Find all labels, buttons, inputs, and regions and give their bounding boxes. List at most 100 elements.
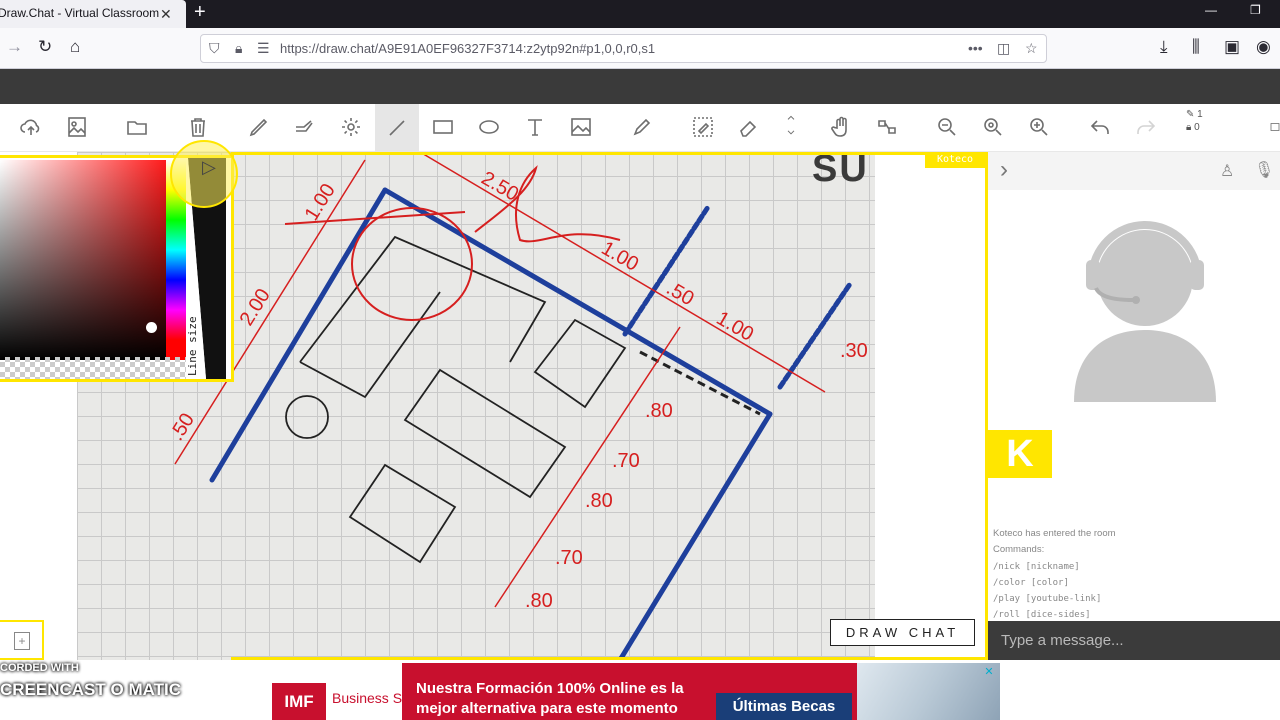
ad-text: Nuestra Formación 100% Online es la mejo… [416, 679, 684, 719]
chat-message: Commands: [993, 544, 1045, 556]
move-icon[interactable] [872, 112, 902, 142]
redo-icon[interactable] [1131, 112, 1161, 142]
dim-label-13: .80 [525, 590, 553, 612]
picture-icon[interactable] [566, 112, 596, 142]
new-tab-icon[interactable]: + [194, 1, 206, 23]
ad-body[interactable]: Nuestra Formación 100% Online es la mejo… [402, 663, 872, 720]
browser-tab[interactable]: Draw.Chat - Virtual Classroom ✕ [0, 0, 186, 28]
dim-label-1: 1.00 [301, 180, 340, 225]
add-page-button[interactable]: + [0, 620, 44, 660]
watermark-line1: CORDED WITH [0, 662, 79, 674]
zoom-fit-icon[interactable] [978, 112, 1008, 142]
drawchat-logo: DRAW CHAT [830, 619, 975, 646]
settings-icon[interactable] [336, 112, 366, 142]
bookmark-star-icon[interactable]: ☆ [1025, 40, 1038, 57]
pencil-count-icon: ✎ [1186, 109, 1198, 120]
chat-message: Koteco has entered the room [993, 528, 1116, 539]
marker-icon[interactable] [627, 112, 657, 142]
cursor-arrow-icon: ▷ [202, 157, 216, 177]
tab-close-icon[interactable]: ✕ [160, 1, 172, 27]
wall-right [617, 411, 773, 660]
trash-icon[interactable] [183, 112, 213, 142]
account-icon[interactable]: ◉ [1256, 37, 1271, 57]
dim-label-9: .80 [645, 400, 673, 422]
video-avatar [988, 190, 1280, 430]
reload-icon[interactable]: ↻ [38, 37, 52, 57]
browser-navbar: → ↻ ⌂ ⛉ 🔒︎ ☰ https://draw.chat/A9E91A0EF… [0, 28, 1280, 69]
cursor-highlight: ▷ [170, 140, 238, 208]
page-header-strip [0, 69, 1280, 104]
ad-cta-button[interactable]: Últimas Becas [716, 693, 852, 720]
ad-close-icon[interactable]: ✕ [982, 665, 996, 679]
rectangle-icon[interactable] [428, 112, 458, 142]
url-text[interactable]: https://draw.chat/A9E91A0EF96327F3714:z2… [280, 41, 655, 56]
brush-icon[interactable] [290, 112, 320, 142]
permissions-icon[interactable]: ☰ [257, 40, 270, 57]
panel-topbar: › ♙ 🎙︎ [988, 152, 1280, 190]
counter-top: 1 [1197, 109, 1203, 120]
dim-label-11: .80 [585, 490, 613, 512]
pen-status-icon[interactable]: ♙ [1220, 161, 1234, 181]
chat-message-input[interactable]: Type a message... [988, 621, 1280, 660]
pencil-icon[interactable] [244, 112, 274, 142]
dim-label-5: 1.00 [713, 307, 758, 346]
dim-label-4: .50 [663, 277, 698, 310]
browser-tabbar: Draw.Chat - Virtual Classroom ✕ + — ❐ [0, 0, 1280, 28]
saturation-value-box[interactable] [0, 160, 186, 360]
alpha-strip[interactable] [0, 357, 186, 379]
table-outline [403, 368, 567, 499]
command-item: /color [color] [993, 577, 1069, 588]
dim-label-10: .70 [612, 450, 640, 472]
page-actions-icon[interactable]: ••• [968, 40, 983, 56]
command-item: /nick [nickname] [993, 561, 1080, 572]
sofa-outline [299, 235, 547, 363]
url-bar[interactable]: ⛉ 🔒︎ ☰ https://draw.chat/A9E91A0EF96327F… [200, 34, 1047, 63]
armchair-outline [533, 318, 627, 409]
minimize-icon[interactable]: — [1205, 3, 1217, 17]
library-icon[interactable]: ⫼ [1192, 37, 1200, 57]
lamp-circle [285, 395, 329, 439]
lasso-eraser-icon[interactable] [688, 112, 718, 142]
eraser-icon[interactable] [734, 112, 764, 142]
image-upload-icon[interactable] [62, 112, 92, 142]
text-icon[interactable] [520, 112, 550, 142]
ad-text-line1: Nuestra Formación 100% Online es la [416, 680, 684, 697]
collapse-toggle-icon[interactable] [781, 106, 801, 146]
hand-icon[interactable] [826, 112, 856, 142]
line-size-label: Line size [186, 316, 199, 376]
add-page-icon: + [14, 632, 30, 650]
dim-line-right [494, 326, 681, 608]
ellipse-icon[interactable] [474, 112, 504, 142]
home-icon[interactable]: ⌂ [70, 37, 80, 57]
headset-avatar-icon [1074, 221, 1216, 402]
user-counter: ✎ 1 🔒︎ 0 [1186, 108, 1203, 134]
panel-toggle-icon[interactable] [1268, 112, 1280, 142]
shield-icon[interactable]: ⛉ [209, 40, 220, 57]
zoom-out-icon[interactable] [932, 112, 962, 142]
red-scribble-circle [351, 207, 473, 321]
forward-icon[interactable]: → [6, 37, 23, 57]
color-selector-dot[interactable] [146, 322, 157, 333]
chevron-right-icon[interactable]: › [1000, 156, 1008, 184]
download-icon[interactable]: ⤓ [1160, 37, 1168, 57]
upload-cloud-icon[interactable] [16, 112, 46, 142]
pocket-icon[interactable]: ◫ [997, 40, 1010, 57]
sidebar-icon[interactable]: ▣ [1224, 37, 1240, 57]
restore-icon[interactable]: ❐ [1250, 3, 1261, 17]
cabinet-outline [348, 463, 457, 564]
user-tile-koteco[interactable]: K [988, 430, 1052, 478]
line-tool-icon[interactable] [375, 104, 419, 152]
zoom-in-icon[interactable] [1024, 112, 1054, 142]
folder-icon[interactable] [122, 112, 152, 142]
lock-icon[interactable]: 🔒︎ [235, 40, 242, 57]
sofa-seat [299, 291, 441, 399]
ad-photo [857, 663, 1000, 720]
advertisement-banner[interactable]: IMF Business School Nuestra Formación 10… [272, 663, 1000, 720]
dim-label-6: .30 [840, 340, 868, 362]
ad-text-line2: mejor alternativa para este momento [416, 700, 678, 717]
microphone-icon[interactable]: 🎙︎ [1254, 160, 1274, 180]
undo-icon[interactable] [1085, 112, 1115, 142]
dim-label-8: .50 [166, 409, 199, 444]
dim-label-12: .70 [555, 547, 583, 569]
board-owner-tag: Koteco [925, 152, 985, 168]
